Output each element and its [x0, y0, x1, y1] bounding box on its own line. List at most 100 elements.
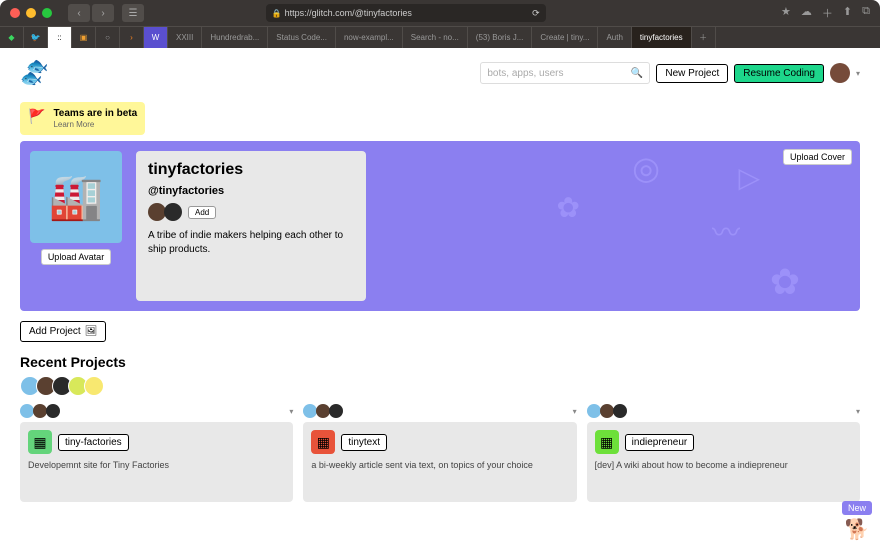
- deco-icon: ✿: [557, 191, 580, 224]
- lock-icon: 🔒: [272, 9, 282, 18]
- team-members: Add: [148, 203, 354, 221]
- pinned-tab[interactable]: ▣: [72, 27, 96, 48]
- minimize-icon[interactable]: [26, 8, 36, 18]
- browser-tab[interactable]: now-exampl...: [336, 27, 403, 48]
- section-title: Recent Projects: [20, 354, 860, 370]
- project-description: a bi-weekly article sent via text, on to…: [311, 460, 568, 472]
- url-text: https://glitch.com/@tinyfactories: [285, 8, 412, 18]
- site-header: 🐟 🐟 bots, apps, users 🔍 New Project Resu…: [0, 48, 880, 94]
- deco-icon: ▷: [738, 161, 760, 194]
- project-card[interactable]: ▦ indiepreneur [dev] A wiki about how to…: [587, 422, 860, 502]
- upload-avatar-button[interactable]: Upload Avatar: [41, 249, 111, 265]
- avatar[interactable]: [600, 404, 614, 418]
- glitch-logo[interactable]: 🐟 🐟: [20, 58, 64, 88]
- close-icon[interactable]: [10, 8, 20, 18]
- user-avatar[interactable]: [830, 63, 850, 83]
- search-icon: 🔍: [631, 68, 643, 79]
- flag-icon: 🚩: [28, 108, 45, 125]
- avatar[interactable]: [613, 404, 627, 418]
- window-controls: [10, 8, 52, 18]
- pinned-tab[interactable]: ◆: [0, 27, 24, 48]
- deco-icon: ✿: [770, 261, 800, 303]
- browser-tab[interactable]: Auth: [598, 27, 631, 48]
- mascot-bubble: New: [842, 501, 872, 515]
- project-icon: ▦: [595, 430, 619, 454]
- chevron-down-icon[interactable]: ▾: [289, 407, 293, 416]
- pinned-tab[interactable]: ›: [120, 27, 144, 48]
- browser-tab[interactable]: tinyfactories: [632, 27, 692, 48]
- projects-grid: ▾ ▦ tiny-factories Developemnt site for …: [20, 404, 860, 502]
- search-input[interactable]: bots, apps, users 🔍: [480, 62, 650, 84]
- pinned-tab[interactable]: 🐦: [24, 27, 48, 48]
- project-card[interactable]: ▦ tiny-factories Developemnt site for Ti…: [20, 422, 293, 502]
- new-tab-button[interactable]: ＋: [692, 27, 716, 48]
- new-project-button[interactable]: New Project: [656, 64, 728, 83]
- page-content: 🐟 🐟 bots, apps, users 🔍 New Project Resu…: [0, 48, 880, 546]
- project-card[interactable]: ▦ tinytext a bi-weekly article sent via …: [303, 422, 576, 502]
- tab-bar: ◆ 🐦 :: ▣ ○ › W XXIIIHundredrab...Status …: [0, 26, 880, 48]
- team-hero: ◎ ✿ ✿ 〰 ▷ Upload Cover 🏭 Upload Avatar t…: [20, 141, 860, 311]
- team-avatars-row: [20, 376, 860, 396]
- url-bar[interactable]: 🔒 https://glitch.com/@tinyfactories ⟳: [266, 4, 546, 22]
- reload-icon[interactable]: ⟳: [532, 8, 540, 19]
- project-name: indiepreneur: [625, 434, 695, 451]
- project-icon: ▦: [28, 430, 52, 454]
- team-info-card: tinyfactories @tinyfactories Add A tribe…: [136, 151, 366, 301]
- avatar[interactable]: [33, 404, 47, 418]
- chevron-down-icon[interactable]: ▾: [856, 407, 860, 416]
- pinned-tab[interactable]: ○: [96, 27, 120, 48]
- project-description: [dev] A wiki about how to become a indie…: [595, 460, 852, 472]
- project-members: ▾: [303, 404, 576, 418]
- team-description: A tribe of indie makers helping each oth…: [148, 229, 354, 257]
- beta-learn-more[interactable]: Learn More: [53, 120, 94, 129]
- browser-tab[interactable]: Create | tiny...: [532, 27, 598, 48]
- browser-tab[interactable]: Status Code...: [268, 27, 336, 48]
- back-button[interactable]: ‹: [68, 4, 90, 22]
- mascot[interactable]: New 🐕: [842, 498, 872, 542]
- project-description: Developemnt site for Tiny Factories: [28, 460, 285, 472]
- deco-icon: 〰: [712, 211, 740, 251]
- browser-tab[interactable]: Hundredrab...: [202, 27, 268, 48]
- beta-banner[interactable]: 🚩 Teams are in beta Learn More: [20, 102, 145, 135]
- resume-coding-button[interactable]: Resume Coding: [734, 64, 824, 83]
- project-members: ▾: [20, 404, 293, 418]
- browser-tab[interactable]: (53) Boris J...: [468, 27, 533, 48]
- avatar[interactable]: [329, 404, 343, 418]
- team-avatar: 🏭: [30, 151, 122, 243]
- share-icon[interactable]: ⬆: [843, 5, 852, 21]
- upload-cover-button[interactable]: Upload Cover: [783, 149, 852, 165]
- project-name: tiny-factories: [58, 434, 129, 451]
- avatar[interactable]: [46, 404, 60, 418]
- plus-icon[interactable]: ＋: [822, 5, 833, 21]
- project-icon: ▦: [311, 430, 335, 454]
- avatar[interactable]: [316, 404, 330, 418]
- pinned-tab[interactable]: ::: [48, 27, 72, 48]
- fish-icon: 🐟: [20, 68, 42, 89]
- pinned-tab[interactable]: W: [144, 27, 168, 48]
- project-name: tinytext: [341, 434, 387, 451]
- browser-chrome: ‹ › ☰ 🔒 https://glitch.com/@tinyfactorie…: [0, 0, 880, 48]
- avatar[interactable]: [587, 404, 601, 418]
- search-placeholder: bots, apps, users: [487, 68, 563, 79]
- tabs-icon[interactable]: ⧉: [862, 5, 870, 21]
- maximize-icon[interactable]: [42, 8, 52, 18]
- sidebar-toggle[interactable]: ☰: [122, 4, 144, 22]
- add-project-button[interactable]: Add Project 🖼: [20, 321, 106, 342]
- dog-icon: 🐕: [845, 519, 870, 541]
- browser-tab[interactable]: XXIII: [168, 27, 202, 48]
- avatar[interactable]: [84, 376, 104, 396]
- avatar[interactable]: [303, 404, 317, 418]
- picture-icon: 🖼: [85, 326, 98, 337]
- cloud-icon[interactable]: ☁: [801, 5, 812, 21]
- avatar[interactable]: [20, 404, 34, 418]
- team-handle: @tinyfactories: [148, 185, 354, 197]
- deco-icon: ◎: [632, 149, 660, 187]
- member-avatar[interactable]: [164, 203, 182, 221]
- add-member-button[interactable]: Add: [188, 206, 216, 219]
- chevron-down-icon[interactable]: ▾: [573, 407, 577, 416]
- beta-title: Teams are in beta: [53, 108, 137, 119]
- star-icon[interactable]: ★: [781, 5, 791, 21]
- browser-tab[interactable]: Search - no...: [403, 27, 468, 48]
- chevron-down-icon[interactable]: ▾: [856, 69, 860, 78]
- forward-button[interactable]: ›: [92, 4, 114, 22]
